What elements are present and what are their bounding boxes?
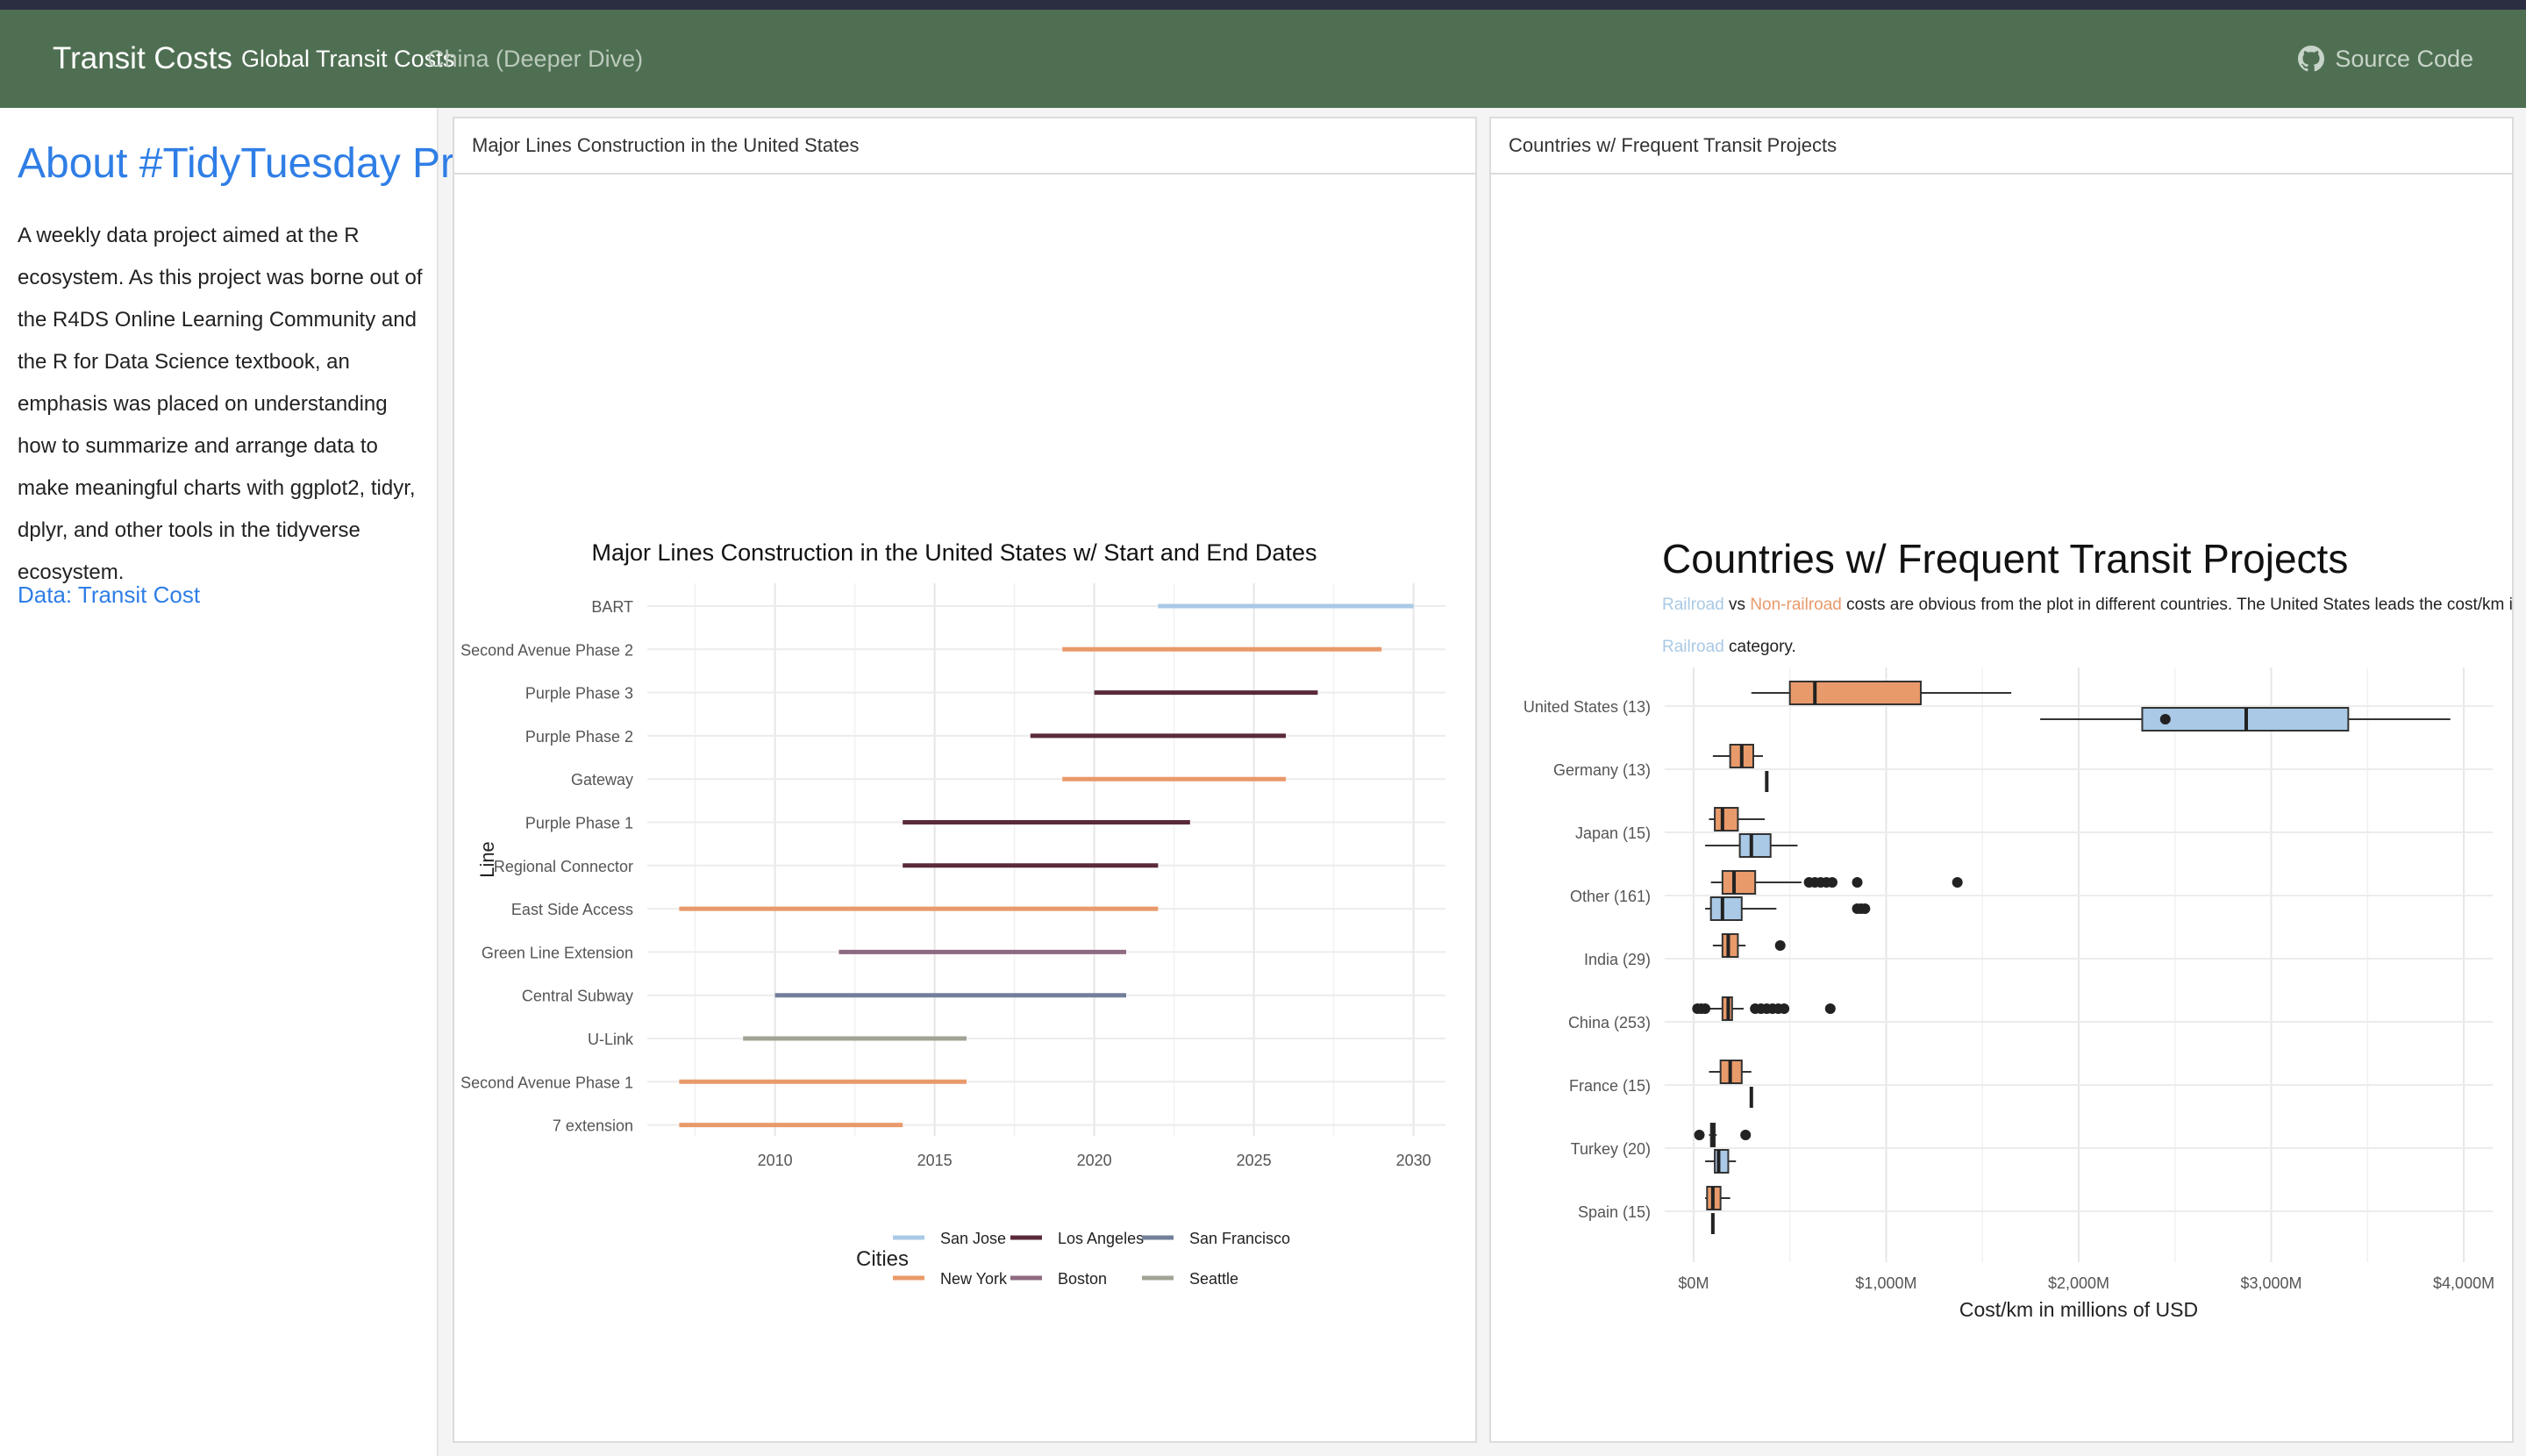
- y-tick-label: U-Link: [588, 1031, 634, 1048]
- china-non-railroad-outlier: [1824, 1003, 1836, 1014]
- other-non-railroad-outlier: [1952, 877, 1963, 888]
- card-header: Countries w/ Frequent Transit Projects: [1491, 118, 2512, 175]
- sidebar-description: A weekly data project aimed at the R eco…: [18, 224, 423, 584]
- y-tick-label: BART: [591, 598, 633, 616]
- x-tick-label: $0M: [1678, 1274, 1709, 1292]
- card-title: Countries w/ Frequent Transit Projects: [1509, 134, 1837, 156]
- india-non-railroad-outlier: [1774, 940, 1786, 951]
- window-top-strip: [0, 0, 2526, 10]
- japan-railroad-box: [1738, 833, 1772, 858]
- other-non-railroad-outlier: [1852, 877, 1863, 888]
- y-tick-label: Germany (13): [1553, 761, 1651, 779]
- top-navbar: Transit Costs Global Transit Costs China…: [0, 10, 2526, 108]
- x-tick-label: 2010: [758, 1152, 793, 1169]
- y-tick-label: Purple Phase 2: [525, 728, 633, 746]
- legend-label: Seattle: [1189, 1270, 1238, 1288]
- other-non-railroad-outlier: [1826, 877, 1837, 888]
- y-tick-label: 7 extension: [553, 1117, 633, 1135]
- turkey-railroad-box: [1714, 1149, 1730, 1174]
- chart-title: Countries w/ Frequent Transit Projects: [1662, 536, 2348, 582]
- chart-subtitle: Railroad vs Non-railroad costs are obvio…: [1662, 596, 2512, 614]
- chart-subtitle-line2: Railroad category.: [1662, 638, 1796, 656]
- source-code-link[interactable]: Source Code: [2298, 10, 2473, 108]
- tab-china-deeper-dive[interactable]: China (Deeper Dive): [427, 10, 643, 108]
- y-tick-label: East Side Access: [511, 901, 633, 918]
- y-tick-label: France (15): [1569, 1077, 1651, 1095]
- legend-label: San Francisco: [1189, 1230, 1290, 1247]
- y-tick-label: Turkey (20): [1571, 1140, 1651, 1158]
- tab-global-transit-costs[interactable]: Global Transit Costs: [241, 10, 454, 108]
- y-tick-label: Green Line Extension: [482, 944, 633, 961]
- data-source-link[interactable]: Data: Transit Cost: [18, 582, 200, 609]
- x-tick-label: 2020: [1077, 1152, 1112, 1169]
- y-tick-label: Purple Phase 3: [525, 685, 633, 703]
- united-railroad-outlier: [2159, 714, 2171, 724]
- app-brand[interactable]: Transit Costs: [53, 10, 232, 108]
- japan-non-railroad-box: [1714, 807, 1739, 831]
- x-axis-label: Cost/km in millions of USD: [1959, 1298, 2198, 1321]
- india-non-railroad-box: [1721, 933, 1739, 958]
- github-icon: [2298, 46, 2325, 72]
- card-header: Major Lines Construction in the United S…: [454, 118, 1475, 175]
- x-tick-label: $4,000M: [2433, 1274, 2494, 1292]
- y-tick-label: Other (161): [1570, 888, 1651, 905]
- x-tick-label: $3,000M: [2241, 1274, 2302, 1292]
- y-tick-label: United States (13): [1523, 698, 1651, 716]
- legend-label: Boston: [1058, 1270, 1107, 1288]
- other-railroad-outlier: [1859, 903, 1871, 914]
- gantt-chart: Major Lines Construction in the United S…: [460, 539, 1445, 1288]
- countries-card: Countries w/ Frequent Transit Projects C…: [1489, 117, 2514, 1443]
- chart-title: Major Lines Construction in the United S…: [592, 539, 1317, 566]
- x-tick-label: 2015: [917, 1152, 953, 1169]
- china-non-railroad-outlier: [1700, 1003, 1711, 1014]
- legend-label: New York: [940, 1270, 1008, 1288]
- other-non-railroad-box: [1721, 870, 1757, 895]
- turkey-non-railroad-outlier: [1694, 1130, 1705, 1140]
- y-tick-label: China (253): [1568, 1014, 1651, 1031]
- x-tick-label: $2,000M: [2048, 1274, 2109, 1292]
- china-non-railroad-outlier: [1779, 1003, 1790, 1014]
- source-code-label: Source Code: [2335, 45, 2473, 72]
- y-tick-label: India (29): [1584, 951, 1651, 968]
- y-tick-label: Purple Phase 1: [525, 815, 633, 832]
- united-non-railroad-box: [1788, 681, 1922, 705]
- y-tick-label: Second Avenue Phase 2: [460, 641, 633, 659]
- turkey-non-railroad-outlier: [1740, 1130, 1752, 1140]
- y-tick-label: Central Subway: [522, 988, 633, 1005]
- y-tick-label: Spain (15): [1578, 1203, 1651, 1221]
- sidebar: About #TidyTuesday Project A weekly data…: [0, 108, 543, 1456]
- legend-label: Los Angeles: [1058, 1230, 1144, 1247]
- us-lines-card: Major Lines Construction in the United S…: [453, 117, 1477, 1443]
- legend-label: San Jose: [940, 1230, 1006, 1247]
- card-title: Major Lines Construction in the United S…: [472, 134, 860, 156]
- y-tick-label: Japan (15): [1575, 824, 1651, 842]
- y-tick-label: Gateway: [571, 771, 633, 789]
- y-axis-label: Line: [476, 841, 498, 878]
- y-tick-label: Second Avenue Phase 1: [460, 1074, 633, 1091]
- legend-title: Cities: [856, 1247, 909, 1271]
- other-railroad-box: [1709, 896, 1743, 921]
- y-tick-label: Regional Connector: [494, 858, 633, 875]
- x-tick-label: $1,000M: [1855, 1274, 1916, 1292]
- x-tick-label: 2030: [1396, 1152, 1431, 1169]
- boxplot-chart: Countries w/ Frequent Transit Projects Ra…: [1523, 536, 2512, 1321]
- x-tick-label: 2025: [1237, 1152, 1272, 1169]
